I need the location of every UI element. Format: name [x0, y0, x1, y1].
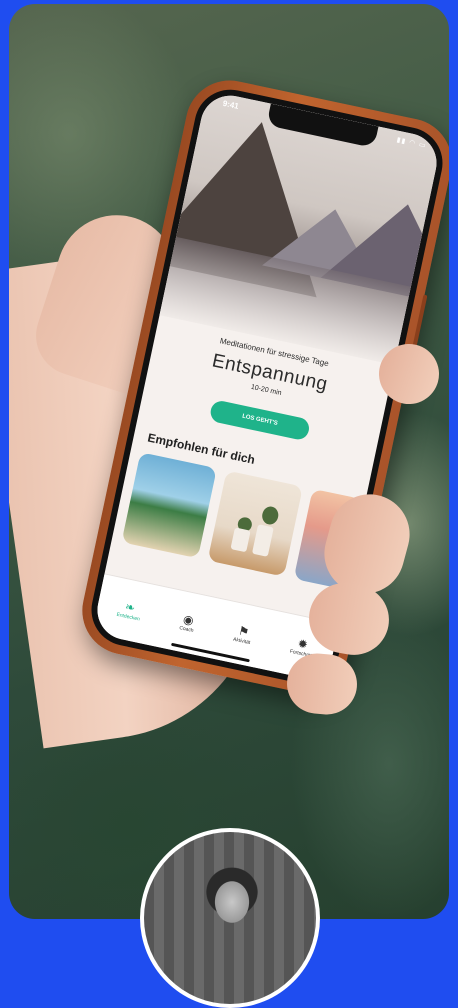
home-indicator — [171, 642, 250, 663]
avatar-photo — [144, 832, 316, 1004]
card-beach[interactable] — [121, 452, 217, 559]
card-plants[interactable] — [207, 470, 303, 577]
hero-photo: 9:41 ▮▮ ◠ ▭ Meditationen für stressige T… — [9, 4, 449, 919]
tab-coach[interactable]: ◉ Coach — [179, 611, 197, 634]
plant-pot — [230, 527, 251, 553]
plant-pot — [251, 524, 274, 557]
plant-leaf — [260, 505, 280, 526]
start-button[interactable]: LOS GEHT'S — [208, 399, 312, 442]
avatar — [140, 828, 320, 1008]
finger — [284, 651, 360, 717]
tab-aktivitaet[interactable]: ⚑ Aktivität — [232, 623, 253, 647]
tab-entdecken[interactable]: ❧ Entdecken — [116, 598, 143, 622]
